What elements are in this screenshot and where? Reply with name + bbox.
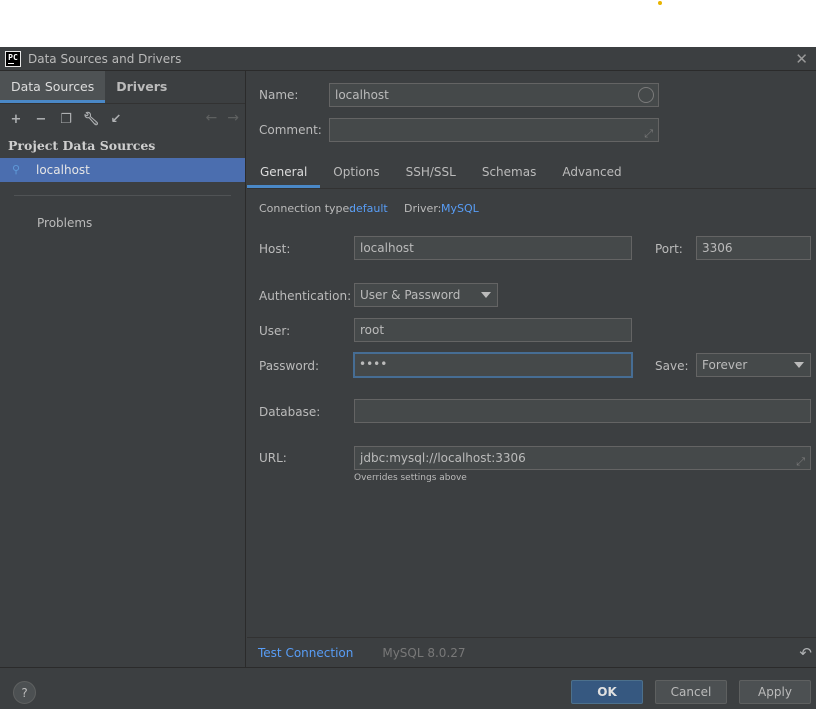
divider (14, 195, 231, 196)
authentication-select[interactable]: User & Password (354, 283, 498, 307)
comment-input[interactable]: ⤢ (329, 118, 659, 142)
driver-link[interactable]: MySQL (441, 202, 479, 215)
test-connection-link[interactable]: Test Connection (258, 646, 353, 660)
tab-advanced[interactable]: Advanced (549, 159, 634, 188)
host-input[interactable]: localhost (354, 236, 632, 260)
color-circle-icon[interactable] (638, 87, 654, 103)
name-label: Name: (259, 88, 299, 102)
password-label: Password: (259, 359, 320, 373)
driver-label: Driver: (404, 202, 442, 215)
desktop-background (0, 0, 816, 47)
url-value: jdbc:mysql://localhost:3306 (360, 451, 526, 465)
add-icon[interactable]: + (7, 110, 25, 128)
left-tabs: Data Sources Drivers (0, 71, 245, 104)
title-bar: PC Data Sources and Drivers ✕ (0, 47, 816, 71)
tab-drivers[interactable]: Drivers (105, 71, 178, 103)
expand-icon[interactable]: ⤢ (644, 123, 653, 145)
window-title: Data Sources and Drivers (28, 51, 182, 66)
url-hint: Overrides settings above (354, 473, 467, 483)
authentication-label: Authentication: (259, 289, 352, 303)
tab-ssh-ssl[interactable]: SSH/SSL (393, 159, 469, 188)
dialog-window: PC Data Sources and Drivers ✕ Data Sourc… (0, 47, 816, 709)
tab-data-sources[interactable]: Data Sources (0, 71, 106, 103)
save-value: Forever (702, 358, 748, 372)
pycharm-app-icon: PC (5, 50, 21, 67)
section-title: Project Data Sources (8, 138, 156, 153)
tab-schemas[interactable]: Schemas (469, 159, 550, 188)
database-label: Database: (259, 405, 321, 419)
problems-item[interactable]: Problems (0, 216, 245, 230)
server-version: MySQL 8.0.27 (382, 645, 466, 660)
apply-button[interactable]: Apply (739, 680, 811, 704)
dialog-footer: ? OK Cancel Apply (0, 667, 816, 709)
comment-label: Comment: (259, 123, 322, 137)
close-icon[interactable]: ✕ (795, 50, 808, 68)
ok-button[interactable]: OK (571, 680, 643, 704)
back-arrow-icon[interactable]: ← (206, 110, 218, 126)
cancel-button[interactable]: Cancel (655, 680, 727, 704)
connection-type-label: Connection type: (259, 202, 354, 215)
notification-dot (658, 1, 662, 5)
settings-tabs: General Options SSH/SSL Schemas Advanced (247, 159, 816, 189)
undo-icon[interactable]: ↶ (799, 644, 812, 662)
data-source-label: localhost (36, 163, 90, 177)
connection-type-link[interactable]: default (349, 202, 388, 215)
forward-arrow-icon[interactable]: → (227, 110, 239, 126)
database-input[interactable] (354, 399, 811, 423)
mysql-icon: ⚲ (12, 163, 21, 176)
nav-arrows: ← → (206, 110, 239, 126)
name-input[interactable]: localhost (329, 83, 659, 107)
host-label: Host: (259, 242, 291, 256)
url-label: URL: (259, 451, 287, 465)
user-input[interactable]: root (354, 318, 632, 342)
chevron-down-icon (481, 292, 491, 298)
tab-general[interactable]: General (247, 159, 321, 188)
data-source-item[interactable]: ⚲ localhost (0, 158, 245, 182)
port-label: Port: (655, 242, 683, 256)
left-panel: Data Sources Drivers + − ❐ 🔧︎ ↙ ← → Proj… (0, 71, 246, 667)
password-input[interactable]: •••• (353, 352, 633, 378)
url-input[interactable]: jdbc:mysql://localhost:3306 ⤢ (354, 446, 811, 470)
authentication-value: User & Password (360, 288, 461, 302)
name-value: localhost (335, 88, 389, 102)
left-toolbar: + − ❐ 🔧︎ ↙ ← → (0, 104, 245, 134)
save-label: Save: (655, 359, 689, 373)
import-icon[interactable]: ↙ (107, 110, 125, 128)
duplicate-icon[interactable]: ❐ (57, 110, 75, 128)
wrench-icon[interactable]: 🔧︎ (82, 110, 100, 128)
port-input[interactable]: 3306 (696, 236, 811, 260)
chevron-down-icon (794, 362, 804, 368)
user-label: User: (259, 324, 291, 338)
right-panel: Name: localhost Comment: ⤢ General Optio… (247, 71, 816, 667)
remove-icon[interactable]: − (32, 110, 50, 128)
save-select[interactable]: Forever (696, 353, 811, 377)
tab-options[interactable]: Options (320, 159, 392, 188)
expand-icon[interactable]: ⤢ (796, 451, 805, 473)
help-button[interactable]: ? (13, 681, 36, 704)
connection-bar: Test Connection MySQL 8.0.27 ↶ (247, 637, 816, 667)
